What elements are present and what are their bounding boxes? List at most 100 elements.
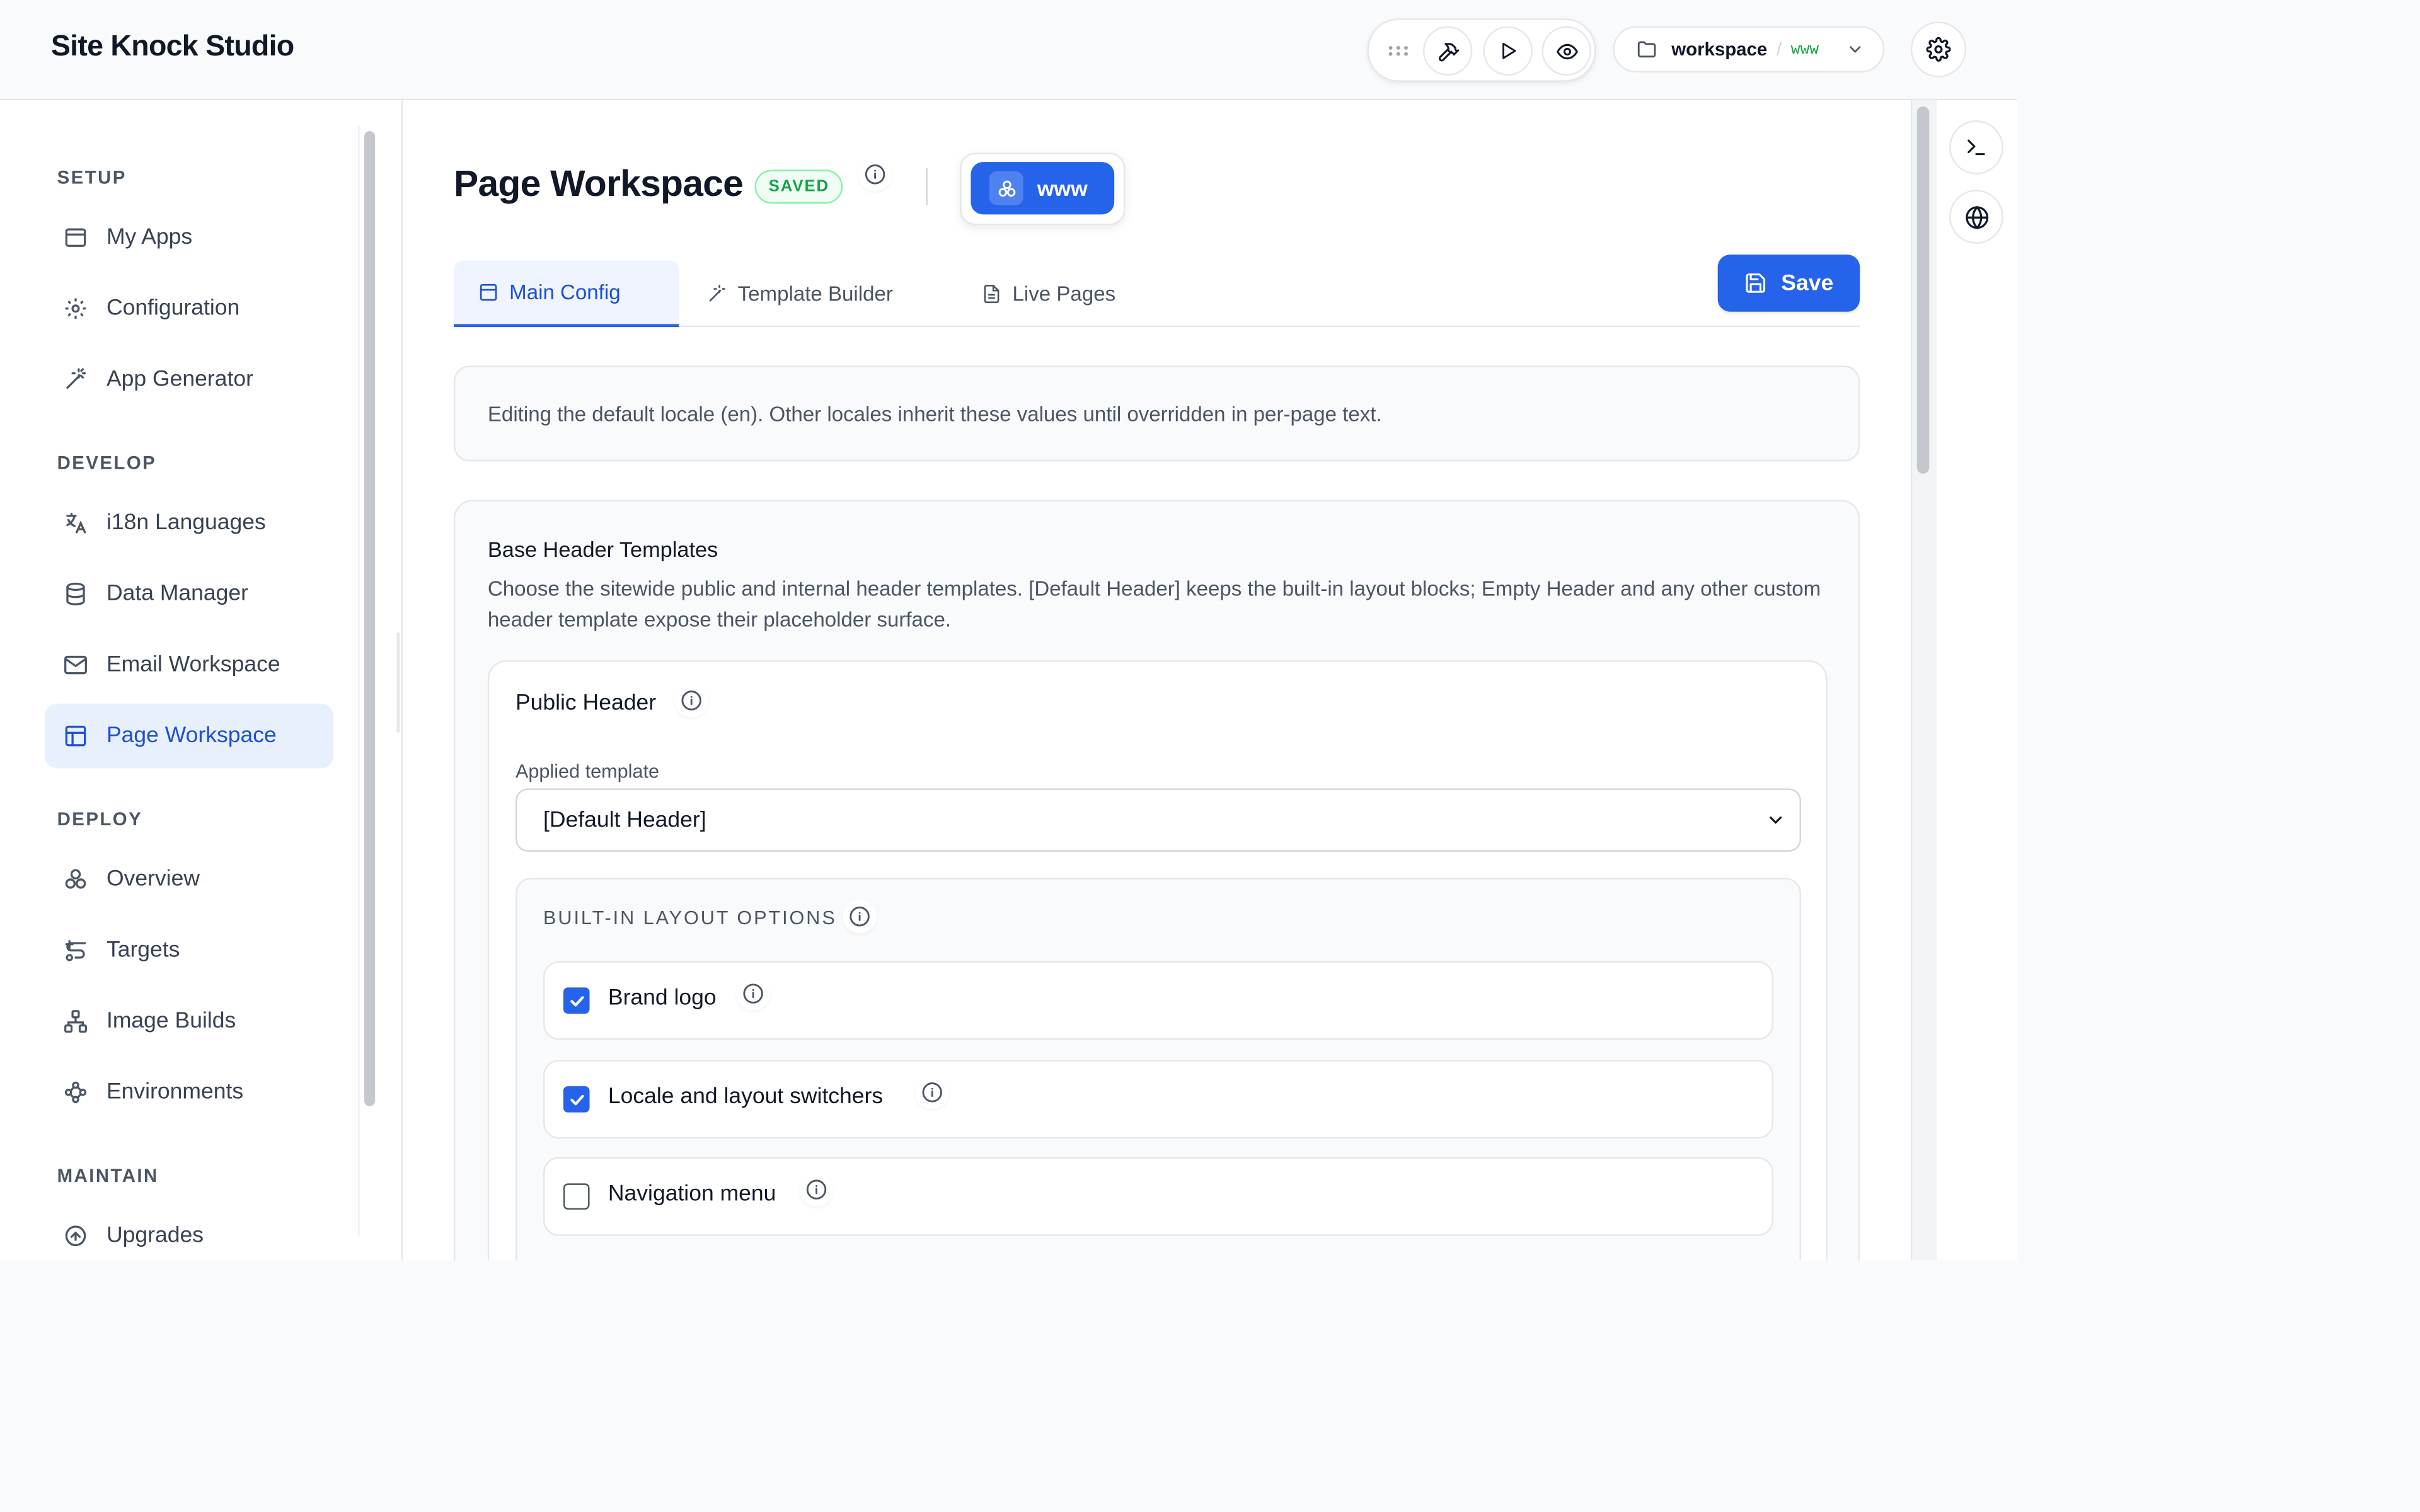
sidebar-item-label: Upgrades	[106, 1223, 204, 1249]
brand-logo-info-button[interactable]	[736, 976, 771, 1011]
top-bar: Site Knock Studio workspace / www	[0, 0, 2017, 101]
workspace-name: workspace	[1671, 38, 1768, 60]
sidebar-scrollbar-thumb[interactable]	[364, 131, 376, 1106]
sidebar-section-deploy: DEPLOY	[57, 808, 143, 830]
target-route-icon	[62, 937, 88, 964]
gear-icon	[62, 295, 88, 322]
sidebar-item-environments[interactable]: Environments	[45, 1060, 333, 1125]
sidebar-item-i18n-languages[interactable]: i18n Languages	[45, 491, 333, 556]
workspace-env: www	[1790, 40, 1819, 58]
right-rail	[1937, 100, 2017, 1261]
sidebar-item-label: App Generator	[106, 367, 253, 392]
main-scrollbar-thumb[interactable]	[1916, 106, 1930, 474]
title-divider	[926, 168, 928, 205]
header-templates-card: Base Header Templates Choose the sitewid…	[454, 500, 1860, 1261]
translate-icon	[62, 510, 88, 536]
toolbar-group	[1367, 18, 1596, 82]
sidebar-item-app-generator[interactable]: App Generator	[45, 347, 333, 412]
sidebar-section-develop: DEVELOP	[57, 452, 157, 474]
info-icon	[681, 690, 702, 711]
sidebar-item-label: Image Builds	[106, 1009, 236, 1034]
option-label: Navigation menu	[608, 1181, 776, 1207]
tab-label: Main Config	[509, 280, 621, 304]
section-title: Base Header Templates	[487, 537, 718, 562]
chevron-down-icon	[1766, 810, 1786, 830]
hammer-icon	[1436, 39, 1460, 62]
brand-logo-checkbox[interactable]	[563, 987, 590, 1014]
workspace-picker[interactable]: workspace / www	[1613, 26, 1885, 73]
tab-label: Template Builder	[737, 282, 893, 306]
info-icon	[805, 1179, 827, 1200]
sidebar-item-overview[interactable]: Overview	[45, 847, 333, 912]
sidebar-item-my-apps[interactable]: My Apps	[45, 205, 333, 270]
sidebar-item-email-workspace[interactable]: Email Workspace	[45, 633, 333, 697]
applied-template-label: Applied template	[515, 760, 660, 782]
tab-main-config[interactable]: Main Config	[454, 260, 679, 328]
save-icon	[1744, 272, 1768, 295]
section-description: Choose the sitewide public and internal …	[487, 576, 1821, 631]
check-icon	[567, 991, 585, 1009]
sidebar-item-label: Targets	[106, 937, 180, 963]
globe-icon	[1964, 204, 1988, 229]
sidebar-item-data-manager[interactable]: Data Manager	[45, 561, 333, 626]
folder-icon	[1636, 38, 1657, 60]
save-button[interactable]: Save	[1717, 255, 1860, 312]
globe-button[interactable]	[1949, 190, 2003, 244]
terminal-icon	[1965, 136, 1988, 159]
magic-wand-icon	[707, 284, 727, 304]
navigation-menu-checkbox[interactable]	[563, 1183, 590, 1210]
locale-notice-text: Editing the default locale (en). Other l…	[487, 401, 1382, 425]
workspace-separator: /	[1776, 38, 1782, 60]
layout-options-heading: BUILT-IN LAYOUT OPTIONS	[543, 907, 837, 929]
page-title: Page Workspace	[454, 163, 744, 205]
database-icon	[62, 581, 88, 607]
option-locale-switchers: Locale and layout switchers	[543, 1060, 1773, 1139]
applied-template-select[interactable]: [Default Header]	[515, 788, 1801, 852]
upgrade-icon	[62, 1223, 88, 1249]
sidebar-resize-handle[interactable]	[396, 633, 400, 733]
public-header-info-button[interactable]	[674, 683, 709, 718]
drag-handle-icon[interactable]	[1385, 37, 1412, 65]
terminal-button[interactable]	[1949, 120, 2003, 175]
sidebar-item-label: Page Workspace	[106, 723, 277, 748]
sidebar-item-label: Email Workspace	[106, 652, 280, 678]
sidebar-item-targets[interactable]: Targets	[45, 918, 333, 983]
magic-wand-icon	[62, 367, 88, 393]
tab-bar: Main Config Template Builder Live Pages	[454, 260, 1860, 328]
mail-icon	[62, 652, 88, 679]
locale-switchers-checkbox[interactable]	[563, 1086, 590, 1113]
info-icon	[864, 164, 885, 185]
app-window-icon	[62, 224, 88, 251]
tab-live-pages[interactable]: Live Pages	[957, 261, 1142, 327]
sidebar-item-label: Overview	[106, 867, 200, 892]
workflow-icon	[62, 1079, 88, 1106]
app-window: Site Knock Studio workspace / www SETUP …	[0, 0, 2017, 1261]
sidebar-item-image-builds[interactable]: Image Builds	[45, 989, 333, 1054]
sidebar-item-label: Data Manager	[106, 581, 249, 607]
page-info-button[interactable]	[858, 157, 892, 192]
brand-title: Site Knock Studio	[50, 30, 294, 64]
preview-button[interactable]	[1541, 26, 1591, 76]
build-button[interactable]	[1422, 26, 1473, 76]
play-icon	[1497, 40, 1519, 62]
navigation-menu-info-button[interactable]	[799, 1172, 834, 1207]
sidebar-item-page-workspace[interactable]: Page Workspace	[45, 703, 333, 769]
status-badge: SAVED	[754, 169, 844, 204]
option-brand-logo: Brand logo	[543, 961, 1773, 1040]
sidebar-item-label: Configuration	[106, 296, 240, 321]
locale-switchers-info-button[interactable]	[915, 1075, 950, 1109]
env-www-button[interactable]: www	[971, 162, 1115, 215]
env-switcher: www	[960, 152, 1126, 226]
gear-icon	[1926, 37, 1951, 62]
run-button[interactable]	[1483, 26, 1533, 76]
sidebar-item-configuration[interactable]: Configuration	[45, 276, 333, 341]
sidebar-item-upgrades[interactable]: Upgrades	[45, 1203, 333, 1261]
public-header-title: Public Header	[515, 691, 657, 716]
sidebar-item-label: My Apps	[106, 225, 193, 250]
settings-button[interactable]	[1910, 21, 1967, 77]
layout-options-info-button[interactable]	[843, 899, 877, 934]
sidebar: SETUP My Apps Configuration App Generato…	[0, 100, 403, 1261]
option-navigation-menu: Navigation menu	[543, 1157, 1773, 1236]
tab-template-builder[interactable]: Template Builder	[682, 261, 929, 327]
sidebar-section-setup: SETUP	[57, 166, 127, 188]
